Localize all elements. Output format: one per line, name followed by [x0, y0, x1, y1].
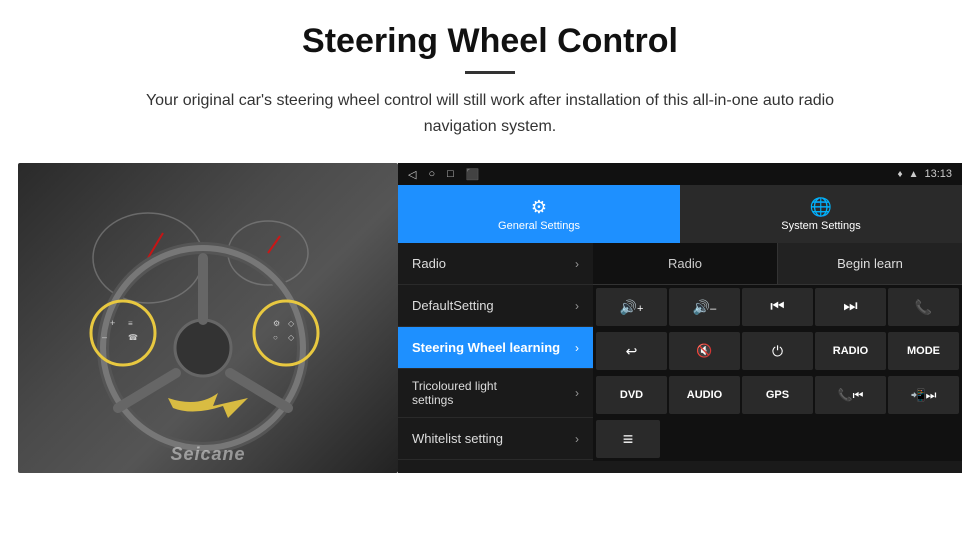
- call-button[interactable]: 📞: [888, 288, 959, 326]
- general-settings-label: General Settings: [498, 220, 580, 232]
- tab-system-settings[interactable]: 🌐 System Settings: [680, 185, 962, 243]
- dvd-button[interactable]: DVD: [596, 376, 667, 414]
- audio-label: AUDIO: [687, 389, 722, 401]
- svg-text:–: –: [102, 332, 107, 342]
- back-icon: ↩: [626, 343, 638, 360]
- vol-up-button[interactable]: 🔊+: [596, 288, 667, 326]
- back-nav-icon[interactable]: ◁: [408, 168, 416, 181]
- recents-nav-icon[interactable]: □: [447, 168, 454, 180]
- status-bar-nav: ◁ ○ □ ⬛: [408, 168, 479, 181]
- location-icon: ♦: [897, 169, 902, 180]
- menu-steering-label: Steering Wheel learning: [412, 340, 560, 355]
- time-display: 13:13: [924, 168, 952, 180]
- settings-tabs: ⚙ General Settings 🌐 System Settings: [398, 185, 962, 243]
- controls-row-3: DVD AUDIO GPS 📞⏮ 📲⏭: [593, 373, 962, 417]
- menu-item-default-setting[interactable]: DefaultSetting ›: [398, 285, 593, 327]
- menu-default-arrow: ›: [575, 299, 579, 313]
- left-menu: Radio › DefaultSetting › Steering Wheel …: [398, 243, 593, 473]
- menu-icon-button[interactable]: ≡: [596, 420, 660, 458]
- controls-row-4: ≡: [593, 417, 962, 461]
- tel-prev-button[interactable]: 📞⏮: [815, 376, 886, 414]
- radio-mode-label: RADIO: [833, 345, 868, 357]
- mode-label: MODE: [907, 345, 940, 357]
- home-nav-icon[interactable]: ○: [428, 168, 435, 180]
- audio-button[interactable]: AUDIO: [669, 376, 740, 414]
- svg-text:◇: ◇: [288, 333, 295, 342]
- menu-whitelist-arrow: ›: [575, 432, 579, 446]
- watermark-text: Seicane: [170, 444, 245, 465]
- next-track-icon: ⏭: [843, 298, 857, 316]
- status-bar: ◁ ○ □ ⬛ ♦ ▲ 13:13: [398, 163, 962, 185]
- menu-default-label: DefaultSetting: [412, 298, 494, 313]
- general-settings-icon: ⚙: [531, 197, 547, 218]
- page-wrapper: Steering Wheel Control Your original car…: [0, 0, 980, 483]
- content-section: + – ≡ ☎ ⚙ ◇ ○ ◇ Seicane: [18, 163, 962, 483]
- header-section: Steering Wheel Control Your original car…: [0, 0, 980, 153]
- right-controls: Radio Begin learn 🔊+ 🔊–: [593, 243, 962, 473]
- menu-whitelist-label: Whitelist setting: [412, 431, 503, 446]
- back-button[interactable]: ↩: [596, 332, 667, 370]
- gps-label: GPS: [766, 389, 789, 401]
- menu-tricoloured-arrow: ›: [575, 386, 579, 400]
- menu-item-whitelist[interactable]: Whitelist setting ›: [398, 418, 593, 460]
- system-settings-icon: 🌐: [810, 197, 832, 218]
- radio-text: Radio: [668, 256, 702, 271]
- top-controls-row: Radio Begin learn: [593, 243, 962, 285]
- system-settings-label: System Settings: [781, 220, 860, 232]
- svg-text:+: +: [110, 318, 115, 328]
- menu-steering-arrow: ›: [575, 341, 579, 355]
- dvd-label: DVD: [620, 389, 643, 401]
- menu-item-radio[interactable]: Radio ›: [398, 243, 593, 285]
- status-bar-info: ♦ ▲ 13:13: [897, 168, 952, 180]
- power-button[interactable]: ⏻: [742, 332, 813, 370]
- radio-indicator: Radio: [593, 243, 778, 285]
- tab-general-settings[interactable]: ⚙ General Settings: [398, 185, 680, 243]
- menu-item-tricoloured[interactable]: Tricoloured lightsettings ›: [398, 369, 593, 418]
- android-panel: ◁ ○ □ ⬛ ♦ ▲ 13:13 ⚙ General Settings: [398, 163, 962, 473]
- panel-content: Radio › DefaultSetting › Steering Wheel …: [398, 243, 962, 473]
- vol-down-button[interactable]: 🔊–: [669, 288, 740, 326]
- screenshot-nav-icon[interactable]: ⬛: [466, 168, 480, 181]
- mode-button[interactable]: MODE: [888, 332, 959, 370]
- tel-prev-icon: 📞⏮: [838, 388, 864, 403]
- prev-track-icon: ⏮: [770, 298, 784, 316]
- tel-next-icon: 📲⏭: [911, 388, 937, 403]
- svg-text:⚙: ⚙: [273, 319, 280, 328]
- signal-icon: ▲: [909, 169, 919, 180]
- svg-text:☎: ☎: [128, 333, 138, 342]
- vol-up-icon: 🔊+: [620, 299, 644, 316]
- power-icon: ⏻: [772, 343, 783, 360]
- call-icon: 📞: [915, 299, 932, 316]
- radio-mode-button[interactable]: RADIO: [815, 332, 886, 370]
- menu-radio-label: Radio: [412, 256, 446, 271]
- menu-item-steering-wheel[interactable]: Steering Wheel learning ›: [398, 327, 593, 369]
- car-image: + – ≡ ☎ ⚙ ◇ ○ ◇ Seicane: [18, 163, 398, 473]
- prev-track-button[interactable]: ⏮: [742, 288, 813, 326]
- tel-next-button[interactable]: 📲⏭: [888, 376, 959, 414]
- page-title: Steering Wheel Control: [60, 22, 920, 61]
- steering-wheel-svg: + – ≡ ☎ ⚙ ◇ ○ ◇: [28, 178, 388, 458]
- title-divider: [465, 71, 515, 74]
- mute-icon: 🔇: [696, 343, 712, 359]
- gps-button[interactable]: GPS: [742, 376, 813, 414]
- mute-button[interactable]: 🔇: [669, 332, 740, 370]
- svg-text:≡: ≡: [128, 319, 133, 328]
- menu-radio-arrow: ›: [575, 257, 579, 271]
- svg-text:◇: ◇: [288, 319, 295, 328]
- begin-learn-button[interactable]: Begin learn: [778, 243, 962, 285]
- next-track-button[interactable]: ⏭: [815, 288, 886, 326]
- svg-text:○: ○: [273, 333, 278, 342]
- controls-row-2: ↩ 🔇 ⏻ RADIO MODE: [593, 329, 962, 373]
- begin-learn-label: Begin learn: [837, 256, 903, 271]
- menu-icon: ≡: [623, 429, 634, 450]
- subtitle-text: Your original car's steering wheel contr…: [140, 88, 840, 139]
- vol-down-icon: 🔊–: [693, 299, 717, 316]
- controls-row-1: 🔊+ 🔊– ⏮ ⏭ 📞: [593, 285, 962, 329]
- menu-tricoloured-label: Tricoloured lightsettings: [412, 379, 497, 407]
